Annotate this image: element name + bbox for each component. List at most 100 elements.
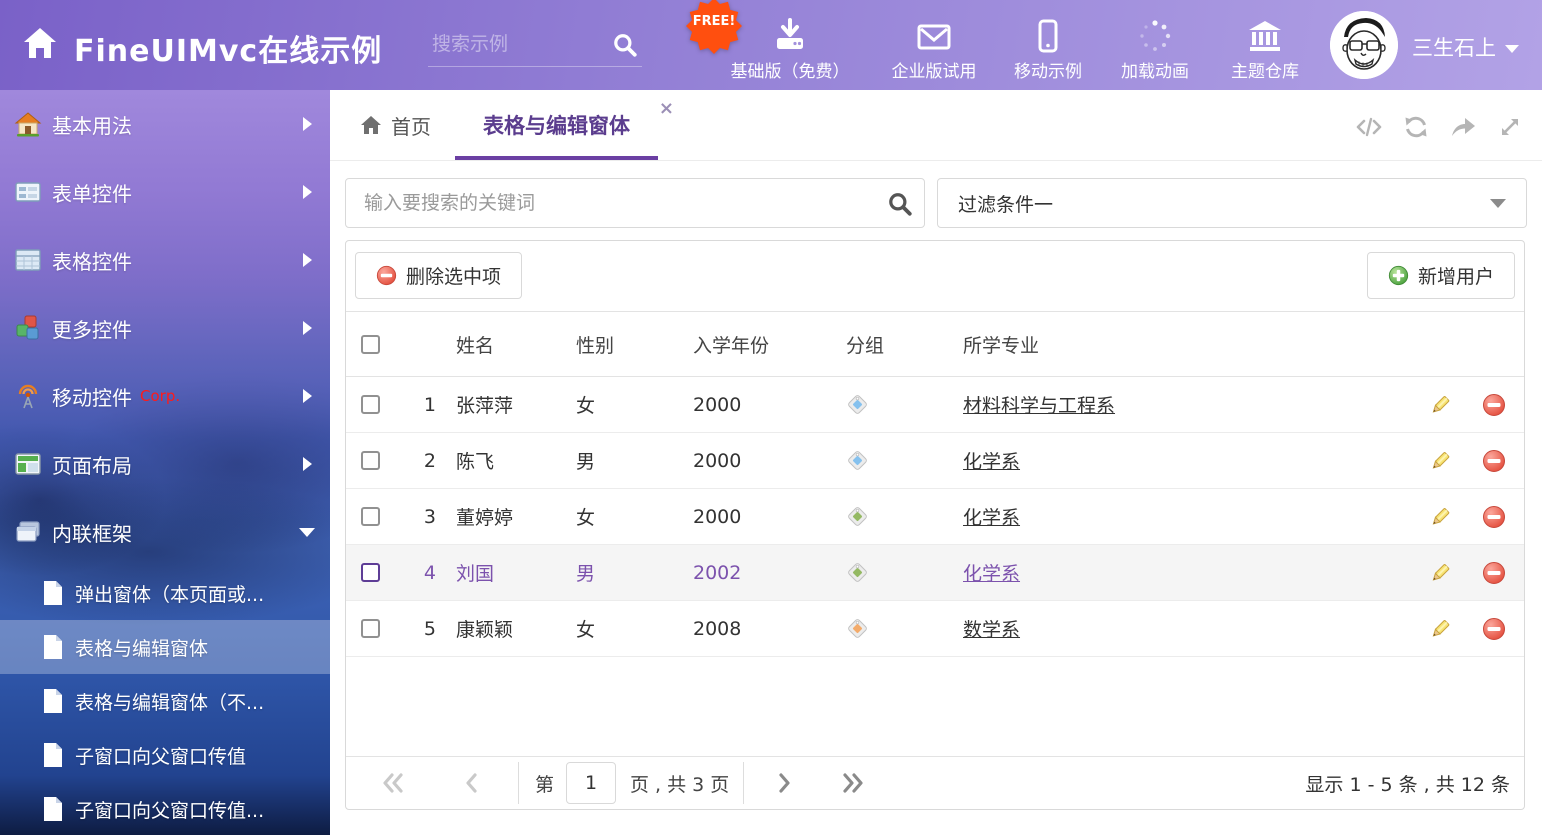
tab-active-underline (455, 156, 658, 160)
row-checkbox[interactable] (361, 619, 380, 638)
prev-page-button[interactable] (464, 773, 478, 793)
table-row[interactable]: 2 陈飞 男 2000 化学系 (346, 433, 1524, 489)
row-checkbox[interactable] (361, 563, 380, 582)
filter-dropdown[interactable]: 过滤条件一 (937, 178, 1527, 228)
page-icon (42, 688, 64, 714)
table-row[interactable]: 1 张萍萍 女 2000 材料科学与工程系 (346, 377, 1524, 433)
cell-name: 刘国 (436, 559, 556, 586)
refresh-icon[interactable] (1402, 113, 1430, 141)
minus-circle-icon (1482, 561, 1506, 585)
sidebar-subitem-grid-edit-window[interactable]: 表格与编辑窗体 (0, 620, 330, 674)
header-search-icon[interactable] (612, 32, 638, 58)
delete-button[interactable] (1464, 449, 1524, 473)
table-row[interactable]: 3 董婷婷 女 2000 化学系 (346, 489, 1524, 545)
header-search (428, 28, 642, 67)
page-icon (42, 796, 64, 822)
sidebar-subitem-grid-edit-window-2[interactable]: 表格与编辑窗体（不... (0, 674, 330, 728)
select-all-checkbox[interactable] (361, 335, 380, 354)
delete-button[interactable] (1464, 561, 1524, 585)
edit-button[interactable] (1416, 450, 1464, 472)
sidebar-item-grid-controls[interactable]: 表格控件 (0, 226, 330, 294)
sidebar-subitem-child-to-parent[interactable]: 子窗口向父窗口传值 (0, 728, 330, 782)
nav-theme-repo[interactable]: 主题仓库 (1218, 13, 1312, 82)
sidebar-subitem-label: 子窗口向父窗口传值... (75, 796, 264, 823)
row-index: 4 (396, 562, 436, 584)
nav-theme-label: 主题仓库 (1218, 57, 1312, 82)
cell-name: 张萍萍 (436, 391, 556, 418)
nav-basic-free[interactable]: 基础版（免费） (720, 13, 860, 82)
minus-circle-icon (1482, 393, 1506, 417)
tab-grid-edit-window[interactable]: 表格与编辑窗体 × (455, 90, 658, 160)
share-icon[interactable] (1449, 113, 1477, 141)
sidebar-item-mobile-controls[interactable]: 移动控件 Corp. (0, 362, 330, 430)
tab-home[interactable]: 首页 (360, 90, 431, 160)
sidebar-item-label: 移动控件 (52, 382, 132, 411)
divider (743, 762, 744, 804)
expand-icon[interactable] (1496, 113, 1524, 141)
chevron-down-icon (1505, 45, 1519, 53)
sidebar-subitem-label: 表格与编辑窗体 (75, 634, 208, 661)
sidebar-item-page-layout[interactable]: 页面布局 (0, 430, 330, 498)
delete-button[interactable] (1464, 393, 1524, 417)
edit-button[interactable] (1416, 618, 1464, 640)
sidebar-item-basic-usage[interactable]: 基本用法 (0, 90, 330, 158)
delete-button[interactable] (1464, 505, 1524, 529)
corp-badge: Corp. (140, 387, 180, 405)
cell-gender: 女 (556, 391, 673, 418)
search-icon[interactable] (887, 191, 913, 217)
page-number-input[interactable] (566, 762, 616, 804)
cell-name: 董婷婷 (436, 503, 556, 530)
keyword-search-input[interactable] (345, 178, 925, 228)
major-link[interactable]: 化学系 (963, 563, 1020, 585)
major-link[interactable]: 化学系 (963, 451, 1020, 473)
page-icon (42, 634, 64, 660)
row-checkbox[interactable] (361, 395, 380, 414)
pencil-icon (1429, 562, 1451, 584)
username-label: 三生石上 (1412, 32, 1496, 62)
cubes-icon (14, 314, 42, 342)
tag-icon (846, 393, 869, 416)
add-user-label: 新增用户 (1418, 262, 1494, 289)
row-checkbox[interactable] (361, 451, 380, 470)
table-row[interactable]: 5 康颖颖 女 2008 数学系 (346, 601, 1524, 657)
last-page-button[interactable] (842, 773, 864, 793)
delete-button[interactable] (1464, 617, 1524, 641)
table-row-selected[interactable]: 4 刘国 男 2002 化学系 (346, 545, 1524, 601)
edit-button[interactable] (1416, 394, 1464, 416)
avatar[interactable] (1330, 11, 1398, 79)
sidebar: 基本用法 表单控件 (0, 90, 330, 835)
sidebar-subitem-label: 子窗口向父窗口传值 (75, 742, 246, 769)
code-icon[interactable] (1355, 113, 1383, 141)
cell-year: 2000 (673, 394, 826, 416)
tag-icon (846, 617, 869, 640)
first-page-button[interactable] (382, 773, 404, 793)
sidebar-item-more-controls[interactable]: 更多控件 (0, 294, 330, 362)
sidebar-item-label: 表单控件 (52, 178, 132, 207)
header-search-input[interactable] (430, 32, 594, 56)
edit-button[interactable] (1416, 506, 1464, 528)
nav-loading-anim[interactable]: 加载动画 (1108, 13, 1202, 82)
add-user-button[interactable]: 新增用户 (1367, 252, 1515, 299)
sidebar-item-label: 页面布局 (52, 450, 132, 479)
user-menu[interactable]: 三生石上 (1412, 32, 1519, 62)
chevron-right-icon (303, 253, 312, 267)
major-link[interactable]: 数学系 (963, 619, 1020, 641)
sidebar-item-form-controls[interactable]: 表单控件 (0, 158, 330, 226)
delete-selected-button[interactable]: 删除选中项 (355, 252, 522, 299)
nav-mobile-demo[interactable]: 移动示例 (1002, 13, 1094, 82)
app-title: FineUIMvc在线示例 (74, 26, 382, 70)
sidebar-subitem-popup-window[interactable]: 弹出窗体（本页面或... (0, 566, 330, 620)
close-icon[interactable]: × (659, 100, 674, 118)
home-logo-icon[interactable] (22, 26, 58, 60)
nav-enterprise-trial[interactable]: 企业版试用 (878, 13, 990, 82)
edit-button[interactable] (1416, 562, 1464, 584)
page-label-suffix: 页 , 共 3 页 (630, 770, 729, 797)
cell-gender: 男 (556, 559, 673, 586)
sidebar-subitem-child-to-parent-2[interactable]: 子窗口向父窗口传值... (0, 782, 330, 835)
next-page-button[interactable] (778, 773, 792, 793)
major-link[interactable]: 材料科学与工程系 (963, 395, 1115, 417)
row-checkbox[interactable] (361, 507, 380, 526)
sidebar-item-iframe[interactable]: 内联框架 (0, 498, 330, 566)
top-header: FineUIMvc在线示例 FREE! 基础版（免费） (0, 0, 1542, 90)
major-link[interactable]: 化学系 (963, 507, 1020, 529)
